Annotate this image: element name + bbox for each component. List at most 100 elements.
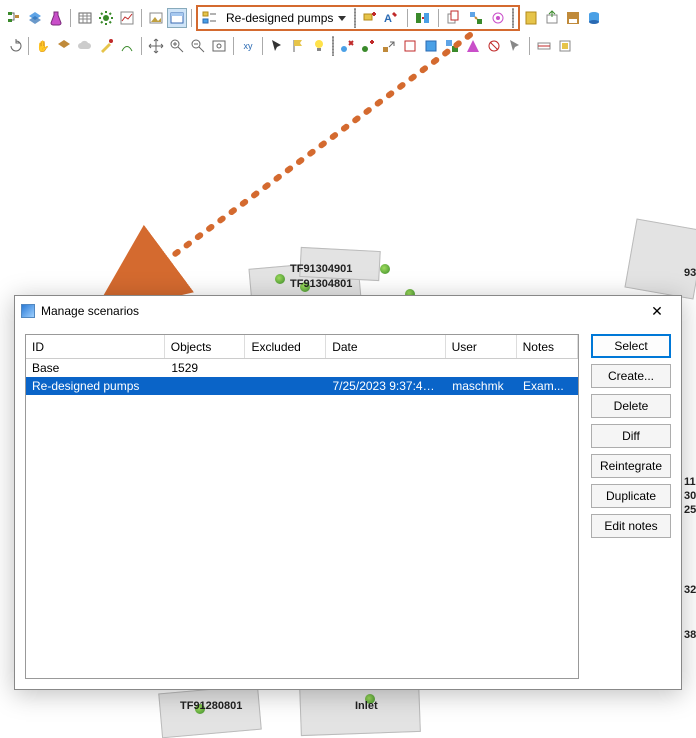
cursor-icon[interactable] bbox=[267, 36, 287, 56]
tree-icon[interactable] bbox=[4, 8, 24, 28]
wizard-icon[interactable] bbox=[96, 36, 116, 56]
zoomwin-icon[interactable] bbox=[209, 36, 229, 56]
net-tool6-icon[interactable] bbox=[505, 36, 525, 56]
grid-header: ID Objects Excluded Date User Notes bbox=[26, 335, 578, 359]
cell-user: maschmk bbox=[446, 379, 517, 393]
separator bbox=[529, 37, 530, 55]
window-icon[interactable] bbox=[167, 8, 187, 28]
scenario-edit-icon[interactable]: A bbox=[382, 8, 402, 28]
cog-icon[interactable] bbox=[96, 8, 116, 28]
pan-icon[interactable] bbox=[146, 36, 166, 56]
separator bbox=[191, 9, 192, 27]
net-add-icon[interactable] bbox=[358, 36, 378, 56]
toolbar-area: Re-designed pumps A ✋ bbox=[0, 0, 696, 64]
map-label-fragment: 32 bbox=[684, 584, 696, 596]
table-row[interactable]: Re-designed pumps 7/25/2023 9:37:42 ... … bbox=[26, 377, 578, 395]
dialog-body: ID Objects Excluded Date User Notes Base… bbox=[15, 326, 681, 689]
separator bbox=[407, 9, 408, 27]
col-header-date[interactable]: Date bbox=[326, 335, 445, 358]
separator bbox=[438, 9, 439, 27]
toolbar-row-1: Re-designed pumps A bbox=[0, 4, 696, 32]
close-icon[interactable]: ✕ bbox=[639, 299, 675, 323]
edit-notes-button[interactable]: Edit notes bbox=[591, 514, 671, 538]
book-icon[interactable] bbox=[521, 8, 541, 28]
col-header-user[interactable]: User bbox=[446, 335, 517, 358]
net-tool7-icon[interactable] bbox=[534, 36, 554, 56]
map-label: TF91304801 bbox=[290, 278, 352, 290]
scenario-grid[interactable]: ID Objects Excluded Date User Notes Base… bbox=[25, 334, 579, 679]
cell-id: Re-designed pumps bbox=[26, 379, 165, 393]
col-header-notes[interactable]: Notes bbox=[517, 335, 578, 358]
scenario-copy-icon[interactable] bbox=[444, 8, 464, 28]
layer-icon[interactable] bbox=[25, 8, 45, 28]
separator bbox=[262, 37, 263, 55]
diff-button[interactable]: Diff bbox=[591, 424, 671, 448]
create-button[interactable]: Create... bbox=[591, 364, 671, 388]
col-header-id[interactable]: ID bbox=[26, 335, 165, 358]
chevron-down-icon bbox=[338, 16, 346, 21]
dialog-titlebar[interactable]: Manage scenarios ✕ bbox=[15, 296, 681, 326]
dialog-button-column: Select Create... Delete Diff Reintegrate… bbox=[591, 334, 671, 679]
cell-notes: Exam... bbox=[517, 379, 578, 393]
scenario-dropdown-label: Re-designed pumps bbox=[226, 11, 333, 25]
map-label: Inlet bbox=[355, 700, 378, 712]
separator bbox=[233, 37, 234, 55]
col-header-excluded[interactable]: Excluded bbox=[245, 335, 326, 358]
delete-button[interactable]: Delete bbox=[591, 394, 671, 418]
col-header-objects[interactable]: Objects bbox=[165, 335, 246, 358]
map-label-fragment: 93 bbox=[684, 267, 696, 279]
bulb-icon[interactable] bbox=[309, 36, 329, 56]
net-tool1-icon[interactable] bbox=[400, 36, 420, 56]
zoomout-icon[interactable] bbox=[188, 36, 208, 56]
separator bbox=[141, 37, 142, 55]
table-row[interactable]: Base 1529 bbox=[26, 359, 578, 377]
draw-icon[interactable] bbox=[117, 36, 137, 56]
net-tool8-icon[interactable] bbox=[555, 36, 575, 56]
map-label-fragment: 11 bbox=[684, 476, 696, 488]
image-icon[interactable] bbox=[146, 8, 166, 28]
separator bbox=[28, 37, 29, 55]
flask-icon[interactable] bbox=[46, 8, 66, 28]
separator bbox=[512, 8, 514, 28]
zoomin-icon[interactable] bbox=[167, 36, 187, 56]
scenario-extra-icon[interactable] bbox=[488, 8, 508, 28]
map-label: TF91280801 bbox=[180, 700, 242, 712]
disk-icon[interactable] bbox=[563, 8, 583, 28]
net-move-icon[interactable] bbox=[379, 36, 399, 56]
duplicate-button[interactable]: Duplicate bbox=[591, 484, 671, 508]
cell-id: Base bbox=[26, 361, 165, 375]
cell-date: 7/25/2023 9:37:42 ... bbox=[327, 379, 447, 393]
chart-icon[interactable] bbox=[117, 8, 137, 28]
net-tool2-icon[interactable] bbox=[421, 36, 441, 56]
xy-icon[interactable]: xy bbox=[238, 36, 258, 56]
net-tool4-icon[interactable] bbox=[463, 36, 483, 56]
cell-objects: 1529 bbox=[165, 361, 246, 375]
net-del-icon[interactable] bbox=[337, 36, 357, 56]
cloud-icon[interactable] bbox=[75, 36, 95, 56]
export-icon[interactable] bbox=[542, 8, 562, 28]
scenario-toolbar-group: Re-designed pumps A bbox=[196, 5, 520, 31]
separator bbox=[70, 9, 71, 27]
map-label-fragment: 38 bbox=[684, 629, 696, 641]
scenario-compare-icon[interactable] bbox=[413, 8, 433, 28]
scenario-list-icon[interactable] bbox=[200, 8, 220, 28]
layers2-icon[interactable] bbox=[54, 36, 74, 56]
scenario-dropdown[interactable]: Re-designed pumps bbox=[222, 8, 350, 28]
select-button[interactable]: Select bbox=[591, 334, 671, 358]
svg-text:A: A bbox=[384, 13, 392, 25]
map-label-fragment: 30 bbox=[684, 490, 696, 502]
dialog-icon bbox=[21, 304, 35, 318]
map-label-fragment: 25 bbox=[684, 504, 696, 516]
net-tool3-icon[interactable] bbox=[442, 36, 462, 56]
scenario-merge-icon[interactable] bbox=[466, 8, 486, 28]
reintegrate-button[interactable]: Reintegrate bbox=[591, 454, 671, 478]
table-icon[interactable] bbox=[75, 8, 95, 28]
undo-icon[interactable] bbox=[4, 36, 24, 56]
db-icon[interactable] bbox=[584, 8, 604, 28]
scenario-add-icon[interactable] bbox=[360, 8, 380, 28]
flag-icon[interactable] bbox=[288, 36, 308, 56]
net-tool5-icon[interactable] bbox=[484, 36, 504, 56]
manage-scenarios-dialog: Manage scenarios ✕ ID Objects Excluded D… bbox=[14, 295, 682, 690]
dialog-title: Manage scenarios bbox=[41, 304, 633, 318]
hand-icon[interactable]: ✋ bbox=[33, 36, 53, 56]
